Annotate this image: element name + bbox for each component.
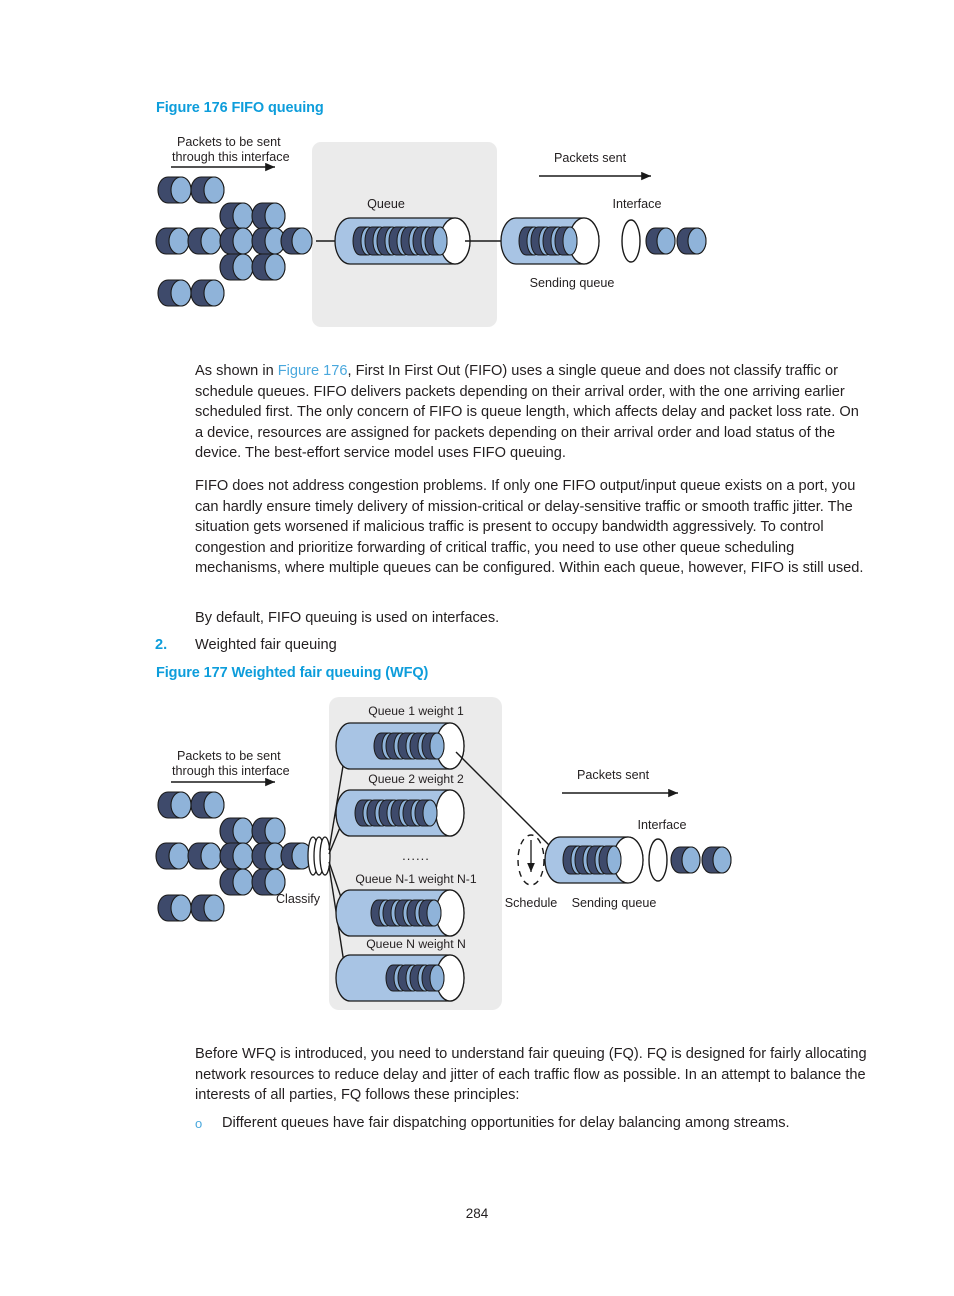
wfq-schedule-label: Schedule (505, 896, 558, 910)
wfq-interface-ellipse (648, 838, 668, 882)
bullet-marker-icon: o (195, 1116, 203, 1131)
fifo-sending-queue-label: Sending queue (530, 276, 615, 290)
ordered-list-item-2: 2. Weighted fair queuing (155, 635, 755, 656)
wfq-classify-icon (307, 836, 331, 876)
fifo-queue-label: Queue (367, 197, 405, 211)
wfq-queue-1-cylinder (335, 722, 465, 770)
list-item-2-label: Weighted fair queuing (195, 637, 337, 653)
document-page: Figure 176 FIFO queuing Packets to be se… (0, 0, 954, 1296)
figure-176-crossref-link[interactable]: Figure 176 (278, 363, 348, 379)
wfq-sending-queue-label: Sending queue (572, 896, 657, 910)
wfq-queue-n-cylinder (335, 954, 465, 1002)
bullet-list-item-1: o Different queues have fair dispatching… (195, 1113, 867, 1134)
fifo-incoming-packets (155, 176, 313, 307)
wfq-queue-1-label: Queue 1 weight 1 (368, 704, 464, 718)
list-item-2-number: 2. (155, 637, 168, 653)
wfq-queue-2-label: Queue 2 weight 2 (368, 772, 464, 786)
fifo-queue-cylinder (334, 217, 471, 265)
fifo-packets-in-label-line2: through this interface (172, 150, 290, 164)
page-number: 284 (465, 1206, 489, 1221)
figure-176-heading: Figure 176 FIFO queuing (156, 100, 324, 116)
paragraph-fifo-1: As shown in Figure 176, First In First O… (195, 361, 867, 464)
wfq-schedule-icon (517, 834, 545, 886)
wfq-interface-label: Interface (637, 818, 686, 832)
paragraph-fifo-3: By default, FIFO queuing is used on inte… (195, 610, 500, 626)
wfq-packets-sent-label: Packets sent (577, 768, 650, 782)
fifo-interface-ellipse (621, 219, 641, 263)
wfq-packets-in-label-line1: Packets to be sent (177, 749, 281, 763)
fifo-interface-label: Interface (612, 197, 661, 211)
paragraph-fifo-2: FIFO does not address congestion problem… (195, 478, 864, 576)
wfq-queue-2-cylinder (335, 789, 465, 837)
figure-177-wfq-diagram: Packets to be sent through this interfac… (150, 690, 770, 1020)
para-fifo-1-pre: As shown in (195, 363, 278, 379)
bullet-item-1-text: Different queues have fair dispatching o… (222, 1115, 790, 1131)
wfq-packets-in-label-line2: through this interface (172, 764, 290, 778)
fifo-outgoing-packets (645, 227, 707, 255)
wfq-queue-n-1-cylinder (335, 889, 465, 937)
figure-177-heading: Figure 177 Weighted fair queuing (WFQ) (156, 665, 429, 681)
wfq-queue-n-1-label: Queue N-1 weight N-1 (355, 872, 476, 886)
paragraph-wfq-1: Before WFQ is introduced, you need to un… (195, 1046, 867, 1103)
figure-176-fifo-diagram: Packets to be sent through this interfac… (150, 128, 750, 343)
fifo-packets-sent-label: Packets sent (554, 151, 627, 165)
wfq-outgoing-packets (670, 846, 732, 874)
fifo-packets-in-label-line1: Packets to be sent (177, 135, 281, 149)
wfq-sending-queue-cylinder (544, 836, 644, 884)
wfq-queue-n-label: Queue N weight N (366, 937, 466, 951)
fifo-sending-queue-cylinder (500, 217, 600, 265)
wfq-queues-ellipsis: ...... (402, 848, 430, 863)
wfq-classify-label: Classify (276, 892, 321, 906)
